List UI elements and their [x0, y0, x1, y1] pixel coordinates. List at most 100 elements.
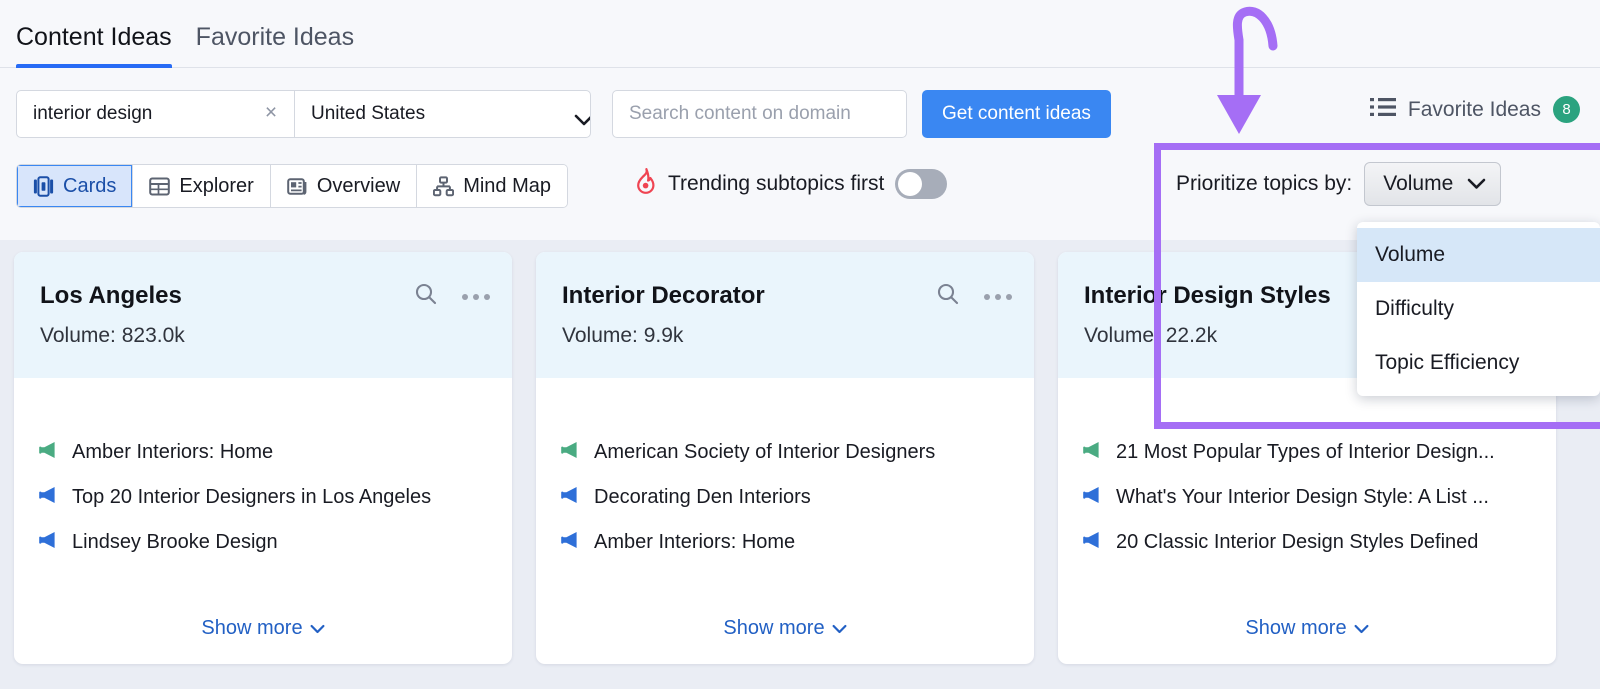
list-item[interactable]: Lindsey Brooke Design [38, 520, 490, 565]
show-more-button[interactable]: Show more [1058, 617, 1556, 640]
chevron-down-icon [310, 617, 325, 640]
search-row: interior design × United States Search c… [0, 68, 1600, 160]
list-item[interactable]: Top 20 Interior Designers in Los Angeles [38, 475, 490, 520]
list-item[interactable]: 21 Most Popular Types of Interior Design… [1082, 430, 1534, 475]
tab-bar: Content Ideas Favorite Ideas [0, 0, 1600, 68]
list-item-label: Amber Interiors: Home [72, 441, 274, 463]
megaphone-icon [38, 485, 60, 510]
megaphone-icon [1082, 485, 1104, 510]
topic-card[interactable]: Los Angeles Volume: 823.0k Amber Interio… [14, 252, 512, 664]
view-mode-mind-map-label: Mind Map [463, 174, 552, 197]
table-icon [149, 176, 171, 197]
trending-subtopics-toggle[interactable] [895, 168, 948, 199]
favorite-ideas-link[interactable]: Favorite Ideas 8 [1369, 96, 1580, 123]
view-mode-explorer-label: Explorer [179, 174, 254, 197]
list-item-label: American Society of Interior Designers [594, 441, 936, 463]
tab-content-ideas[interactable]: Content Ideas [16, 22, 172, 68]
chevron-down-icon [832, 617, 847, 640]
country-value: United States [311, 103, 426, 124]
search-icon[interactable] [414, 282, 438, 311]
dropdown-option-label: Topic Efficiency [1375, 351, 1520, 374]
mindmap-icon [433, 175, 455, 197]
megaphone-icon [1082, 530, 1104, 555]
list-item-label: Amber Interiors: Home [594, 531, 796, 553]
megaphone-icon [560, 485, 582, 510]
view-mode-cards-label: Cards [63, 174, 117, 197]
list-item[interactable]: American Society of Interior Designers [560, 430, 1012, 475]
toggle-knob [898, 171, 923, 196]
show-more-button[interactable]: Show more [14, 617, 512, 640]
megaphone-icon [38, 530, 60, 555]
prioritize-topics-select[interactable]: Volume [1364, 162, 1502, 206]
list-item-label: What's Your Interior Design Style: A Lis… [1116, 486, 1489, 508]
flame-icon [634, 168, 657, 199]
trending-subtopics-label: Trending subtopics first [668, 171, 885, 195]
prioritize-dropdown-menu: Volume Difficulty Topic Efficiency [1357, 222, 1600, 396]
dropdown-option-difficulty[interactable]: Difficulty [1357, 282, 1600, 336]
view-mode-cards[interactable]: Cards [17, 165, 134, 207]
prioritize-topics-value: Volume [1383, 172, 1454, 195]
domain-search-placeholder: Search content on domain [629, 103, 851, 124]
clear-icon[interactable]: × [260, 102, 282, 125]
card-header: Los Angeles Volume: 823.0k [14, 252, 512, 378]
topic-card[interactable]: Interior Decorator Volume: 9.9k American… [536, 252, 1034, 664]
megaphone-icon [560, 530, 582, 555]
overview-icon [287, 176, 308, 197]
view-mode-mind-map[interactable]: Mind Map [417, 165, 568, 207]
keyword-input[interactable]: interior design × [17, 91, 295, 137]
view-mode-overview-label: Overview [316, 174, 401, 197]
list-item-label: Lindsey Brooke Design [72, 531, 278, 553]
card-item-list: 21 Most Popular Types of Interior Design… [1058, 378, 1556, 565]
list-item-label: Decorating Den Interiors [594, 486, 811, 508]
country-select[interactable]: United States [295, 91, 590, 137]
card-volume: Volume: 823.0k [40, 324, 185, 347]
content-ideas-app: Content Ideas Favorite Ideas interior de… [0, 0, 1600, 689]
prioritize-topics-label: Prioritize topics by: [1176, 172, 1353, 195]
show-more-label: Show more [201, 617, 303, 639]
card-actions [414, 282, 490, 311]
view-mode-overview[interactable]: Overview [270, 165, 418, 207]
list-item[interactable]: What's Your Interior Design Style: A Lis… [1082, 475, 1534, 520]
dropdown-option-label: Difficulty [1375, 297, 1454, 320]
keyword-value: interior design [33, 103, 153, 124]
domain-search-input[interactable]: Search content on domain [612, 90, 907, 138]
tab-favorite-ideas-label: Favorite Ideas [195, 23, 355, 51]
more-options-icon[interactable] [984, 293, 1012, 300]
dropdown-option-volume[interactable]: Volume [1357, 228, 1600, 282]
list-item[interactable]: Amber Interiors: Home [560, 520, 1012, 565]
prioritize-topics-control: Prioritize topics by: Volume [1176, 162, 1502, 206]
dropdown-option-label: Volume [1375, 243, 1446, 266]
chevron-down-icon [1354, 617, 1369, 640]
megaphone-icon [38, 440, 60, 465]
favorite-ideas-label: Favorite Ideas [1407, 97, 1541, 121]
show-more-label: Show more [723, 617, 825, 639]
cards-icon [33, 175, 54, 197]
keyword-country-group: interior design × United States [16, 90, 591, 138]
view-mode-explorer[interactable]: Explorer [133, 165, 271, 207]
show-more-button[interactable]: Show more [536, 617, 1034, 640]
chevron-down-icon [1467, 172, 1486, 196]
list-item-label: Top 20 Interior Designers in Los Angeles [72, 486, 432, 508]
list-item[interactable]: Amber Interiors: Home [38, 430, 490, 475]
trending-subtopics-control[interactable]: Trending subtopics first [634, 168, 948, 199]
list-item-label: 20 Classic Interior Design Styles Define… [1116, 531, 1479, 553]
megaphone-icon [560, 440, 582, 465]
tab-content-ideas-label: Content Ideas [16, 23, 172, 51]
get-content-ideas-button[interactable]: Get content ideas [922, 90, 1111, 138]
list-item[interactable]: 20 Classic Interior Design Styles Define… [1082, 520, 1534, 565]
card-item-list: Amber Interiors: Home Top 20 Interior De… [14, 378, 512, 565]
card-actions [936, 282, 1012, 311]
list-item[interactable]: Decorating Den Interiors [560, 475, 1012, 520]
tab-favorite-ideas[interactable]: Favorite Ideas [196, 22, 354, 67]
list-item-label: 21 Most Popular Types of Interior Design… [1116, 441, 1495, 463]
show-more-label: Show more [1245, 617, 1347, 639]
search-icon[interactable] [936, 282, 960, 311]
tab-list: Content Ideas Favorite Ideas [0, 0, 1600, 68]
list-icon [1369, 97, 1396, 122]
favorite-ideas-count-badge: 8 [1553, 96, 1580, 123]
card-item-list: American Society of Interior Designers D… [536, 378, 1034, 565]
view-mode-segmented-control: Cards Explorer Overview Mind Map [16, 164, 569, 208]
card-volume: Volume: 9.9k [562, 324, 684, 347]
more-options-icon[interactable] [462, 293, 490, 300]
dropdown-option-topic-efficiency[interactable]: Topic Efficiency [1357, 336, 1600, 390]
